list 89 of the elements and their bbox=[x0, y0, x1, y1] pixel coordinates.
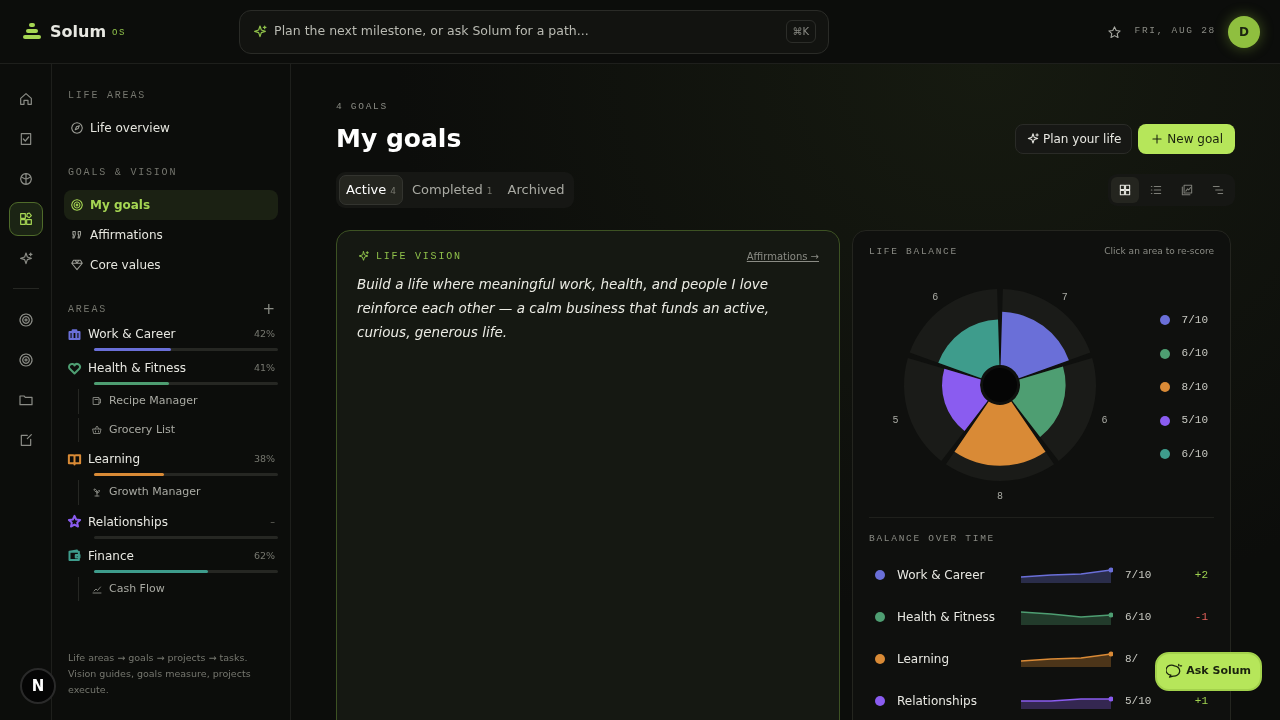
affirmations-link[interactable]: Affirmations → bbox=[746, 248, 819, 264]
shortcut-hint: ⌘K bbox=[785, 20, 817, 44]
area-link[interactable]: Relationships bbox=[88, 512, 265, 531]
grid-icon[interactable] bbox=[1118, 183, 1132, 198]
image-icon[interactable] bbox=[1180, 183, 1194, 198]
target-icon[interactable] bbox=[17, 352, 34, 369]
area-score: 7/10 bbox=[1125, 568, 1152, 584]
add-area-button[interactable]: + bbox=[262, 302, 275, 318]
wheel-slice[interactable] bbox=[1000, 311, 1069, 379]
sparkle-icon bbox=[357, 249, 370, 263]
compass-icon[interactable] bbox=[70, 121, 84, 136]
project-link[interactable]: Cash Flow bbox=[109, 580, 165, 598]
target-icon[interactable] bbox=[17, 312, 34, 329]
legend-score: 5/10 bbox=[1181, 413, 1208, 429]
chat-icon[interactable] bbox=[1166, 663, 1184, 680]
area-percent: 38% bbox=[253, 452, 275, 466]
plan-button[interactable]: Plan your life bbox=[1014, 124, 1133, 155]
slice-label: 6 bbox=[1101, 415, 1108, 427]
goal-count: 4 GOALS bbox=[336, 100, 389, 115]
legend-score: 8/10 bbox=[1181, 379, 1208, 395]
slice-label: 5 bbox=[892, 415, 899, 427]
brand-name: Solum bbox=[50, 20, 107, 43]
new-goal-button[interactable]: New goal bbox=[1138, 124, 1235, 155]
area-score: 8/ bbox=[1125, 652, 1139, 668]
blocks-icon[interactable] bbox=[17, 211, 34, 228]
legend-score: 6/10 bbox=[1181, 346, 1208, 362]
slice-label: 7 bbox=[1061, 292, 1068, 304]
page-title: My goals bbox=[336, 124, 462, 155]
wheel-slice[interactable] bbox=[954, 401, 1046, 466]
rail-button[interactable] bbox=[8, 202, 43, 237]
area-link[interactable]: Work & Career bbox=[88, 325, 248, 344]
area-link[interactable]: Learning bbox=[88, 450, 248, 469]
filter-tab[interactable]: Completed 1 bbox=[405, 175, 499, 205]
sidebar-item[interactable]: Core values bbox=[64, 250, 278, 281]
ask-solum-button[interactable]: Ask Solum bbox=[1155, 652, 1262, 691]
plus-icon[interactable] bbox=[1150, 132, 1165, 147]
score-delta: -1 bbox=[1194, 610, 1208, 626]
score-delta: +2 bbox=[1194, 568, 1208, 584]
area-name: Work & Career bbox=[897, 567, 986, 585]
area-link[interactable]: Health & Fitness bbox=[88, 359, 248, 378]
project-link[interactable]: Grocery List bbox=[109, 421, 176, 439]
card-title: LIFE BALANCE bbox=[869, 244, 958, 259]
search-placeholder: Plan the next milestone, or ask Solum for a path... bbox=[274, 22, 590, 41]
area-percent: 42% bbox=[253, 327, 275, 341]
score-delta: +1 bbox=[1194, 694, 1208, 710]
area-name: Health & Fitness bbox=[897, 609, 996, 627]
user-avatar[interactable]: D bbox=[1228, 15, 1260, 48]
filter-tab[interactable]: Archived bbox=[501, 175, 571, 205]
sidebar-item[interactable]: My goals bbox=[64, 190, 278, 221]
target-icon[interactable] bbox=[70, 198, 84, 213]
area-percent: 62% bbox=[253, 548, 275, 563]
search-field[interactable]: Plan the next milestone, or ask Solum for a path... ⌘K bbox=[239, 9, 830, 54]
sidebar-item[interactable]: Affirmations bbox=[64, 220, 278, 251]
sparkle-icon bbox=[252, 23, 269, 40]
slice-label: 6 bbox=[932, 292, 939, 304]
slice-label: 8 bbox=[997, 491, 1003, 503]
footer-note: Life areas → goals → projects → tasks. Vision guides, goals measure, projects execute. bbox=[68, 651, 252, 697]
legend-score: 6/10 bbox=[1181, 446, 1208, 462]
basket-icon bbox=[91, 423, 103, 436]
area-link[interactable]: Finance bbox=[88, 546, 248, 565]
home-icon[interactable] bbox=[17, 91, 34, 108]
dev-badge: N bbox=[20, 668, 56, 704]
area-name: Relationships bbox=[897, 693, 978, 711]
project-link[interactable]: Growth Manager bbox=[109, 484, 201, 501]
vision-text: Build a life where meaningful work, health, and people I love reinforce each other — a calm business that funds an active, curious, generous life. bbox=[357, 274, 771, 342]
section-title: AREAS bbox=[68, 303, 107, 318]
hint-text: Click an area to re-score bbox=[1104, 244, 1214, 258]
section-title: LIFE AREAS bbox=[68, 89, 147, 104]
filter-tab[interactable]: Active 4 bbox=[339, 175, 403, 205]
area-name: Learning bbox=[897, 651, 951, 669]
logo-icon bbox=[20, 21, 44, 42]
section-title: GOALS & VISION bbox=[68, 166, 179, 181]
area-percent: – bbox=[270, 514, 275, 529]
area-score: 6/10 bbox=[1125, 610, 1152, 626]
legend-score: 7/10 bbox=[1181, 312, 1208, 328]
view-toggle[interactable] bbox=[1111, 177, 1139, 204]
wheel-hub bbox=[983, 368, 1017, 403]
project-link[interactable]: Recipe Manager bbox=[109, 393, 198, 410]
brand-suffix: OS bbox=[112, 26, 127, 40]
card-title: LIFE VISION bbox=[376, 249, 462, 264]
gem-icon[interactable] bbox=[70, 258, 84, 273]
wheel-slice[interactable] bbox=[938, 319, 1000, 379]
sidebar-item[interactable]: Life overview bbox=[64, 113, 278, 144]
wheel-slice[interactable] bbox=[1012, 366, 1066, 437]
area-score: 5/10 bbox=[1125, 694, 1152, 710]
date-label: FRI, AUG 28 bbox=[1134, 24, 1216, 39]
area-percent: 41% bbox=[253, 361, 275, 375]
wheel-slice[interactable] bbox=[942, 368, 988, 431]
section-title: BALANCE OVER TIME bbox=[869, 532, 996, 547]
